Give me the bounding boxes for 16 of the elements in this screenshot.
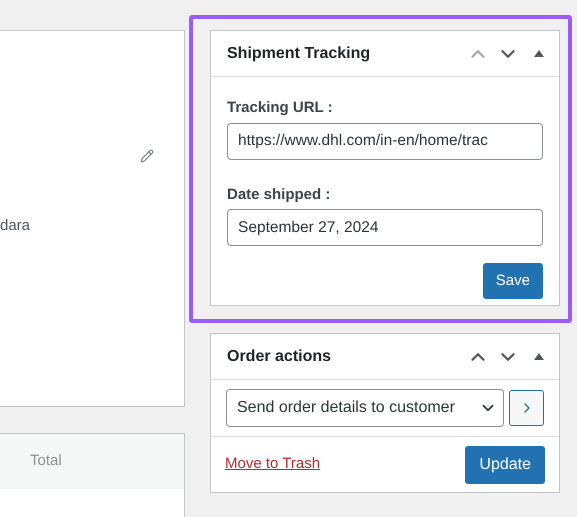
apply-action-button[interactable] xyxy=(509,390,544,426)
triangle-up-icon xyxy=(534,353,544,360)
move-to-trash-link[interactable]: Move to Trash xyxy=(225,453,320,476)
text-field[interactable]: https://www.dhl.com/in-en/home/trac xyxy=(227,122,543,160)
update-button[interactable]: Update xyxy=(465,446,545,484)
triangle-up-icon xyxy=(534,50,544,57)
field-label: Date shipped : xyxy=(227,184,332,204)
pencil-icon xyxy=(140,149,154,163)
panel-title: Order actions xyxy=(227,346,332,366)
field-label: Tracking URL : xyxy=(227,98,334,118)
action-select[interactable]: Send order details to customer xyxy=(226,389,504,427)
panel-title: Shipment Tracking xyxy=(227,44,372,64)
column-header: Total xyxy=(30,451,62,472)
customer-text: dara xyxy=(0,216,32,236)
save-button[interactable]: Save xyxy=(482,263,543,299)
text-field[interactable]: September 27, 2024 xyxy=(227,209,543,246)
